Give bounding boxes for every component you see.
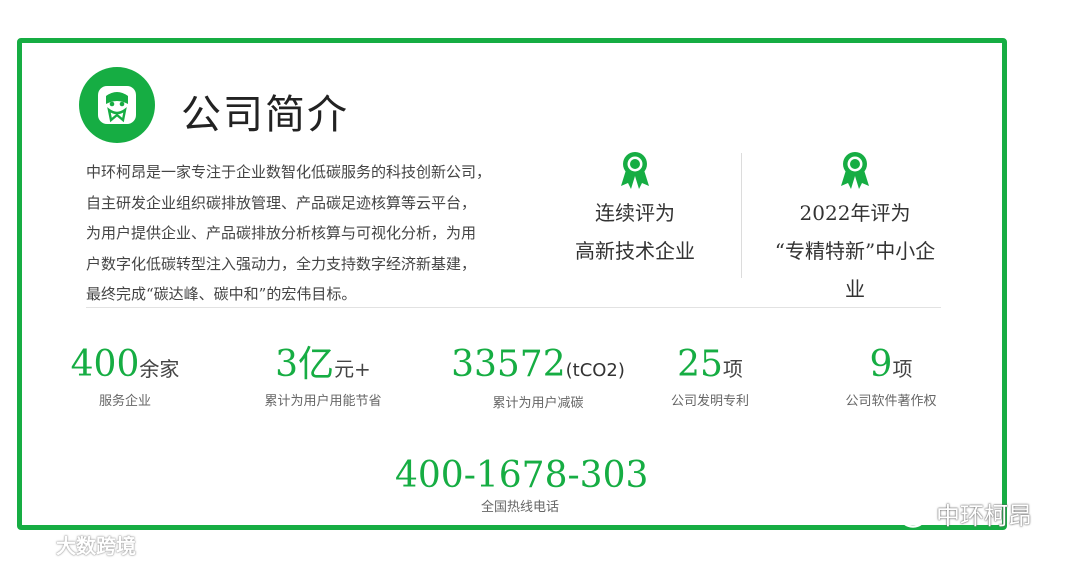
award-line: “专精特新”中小企 bbox=[774, 239, 936, 263]
hotline: 400-1678-303 全国热线电话 bbox=[395, 456, 648, 516]
stat-value: 25 bbox=[677, 344, 723, 385]
intro-line: 户数字化低碳转型注入强动力，全力支持数字经济新基建， bbox=[86, 254, 477, 273]
stat-savings: 3亿元+ 累计为用户用能节省 bbox=[248, 344, 398, 410]
intro-line: 中环柯昂是一家专注于企业数智化低碳服务的科技创新公司， bbox=[86, 163, 492, 181]
intro-line: 最终完成“碳达峰、碳中和”的宏伟目标。 bbox=[86, 285, 357, 303]
award-medal-icon bbox=[621, 152, 649, 189]
stat-clients: 400余家 服务企业 bbox=[60, 344, 190, 410]
horizontal-divider bbox=[86, 307, 941, 308]
stat-value: 3亿 bbox=[275, 344, 335, 385]
logo-mark-icon bbox=[9, 536, 49, 553]
hotline-number[interactable]: 400-1678-303 bbox=[395, 456, 648, 496]
stat-value: 400 bbox=[70, 344, 140, 385]
stat-carbon-reduction: 33572(tCO2) 累计为用户减碳 bbox=[448, 344, 628, 412]
award-line: 连续评为 bbox=[595, 201, 675, 225]
stat-unit: 项 bbox=[722, 357, 743, 381]
stat-unit: 项 bbox=[892, 357, 913, 381]
stat-label: 公司软件著作权 bbox=[845, 394, 937, 409]
hotline-label: 全国热线电话 bbox=[480, 500, 559, 515]
stat-unit: 余家 bbox=[139, 357, 180, 381]
stat-label: 公司发明专利 bbox=[670, 394, 749, 409]
intro-line: 自主研发企业组织碳排放管理、产品碳足迹核算等云平台， bbox=[86, 193, 477, 212]
page-title: 公司简介 bbox=[181, 92, 349, 138]
award-high-tech: 连续评为 高新技术企业 bbox=[560, 150, 710, 270]
stat-value: 9 bbox=[869, 344, 893, 385]
stat-label: 服务企业 bbox=[98, 394, 151, 409]
company-logo bbox=[79, 67, 155, 143]
stat-label: 累计为用户用能节省 bbox=[264, 394, 382, 409]
intro-line: 为用户提供企业、产品碳排放分析核算与可视化分析，为用 bbox=[86, 224, 477, 242]
watermark-left-text: 大数跨境 bbox=[56, 534, 136, 558]
award-line: 高新技术企业 bbox=[575, 239, 695, 263]
intro-paragraph: 中环柯昂是一家专注于企业数智化低碳服务的科技创新公司， 自主研发企业组织碳排放管… bbox=[86, 157, 526, 310]
wechat-icon bbox=[884, 496, 927, 528]
lion-logo-icon bbox=[98, 86, 136, 124]
stat-unit: 元+ bbox=[334, 357, 371, 381]
stat-software-copyrights: 9项 公司软件著作权 bbox=[826, 344, 956, 410]
vertical-divider bbox=[741, 153, 742, 278]
watermark-left: 大数跨境 bbox=[8, 530, 136, 559]
award-line: 2022年评为 bbox=[799, 201, 911, 225]
stat-label: 累计为用户减碳 bbox=[492, 396, 584, 411]
watermark-right-text: 中环柯昂 bbox=[936, 501, 1032, 530]
award-line: 业 bbox=[845, 277, 865, 301]
award-medal-icon bbox=[841, 152, 869, 189]
award-specialized: 2022年评为 “专精特新”中小企 业 bbox=[760, 150, 950, 308]
watermark-right: 中环柯昂 bbox=[884, 495, 1032, 531]
stat-value: 33572 bbox=[451, 344, 566, 385]
stat-unit: (tCO2) bbox=[565, 360, 625, 381]
stat-patents: 25项 公司发明专利 bbox=[650, 344, 770, 410]
